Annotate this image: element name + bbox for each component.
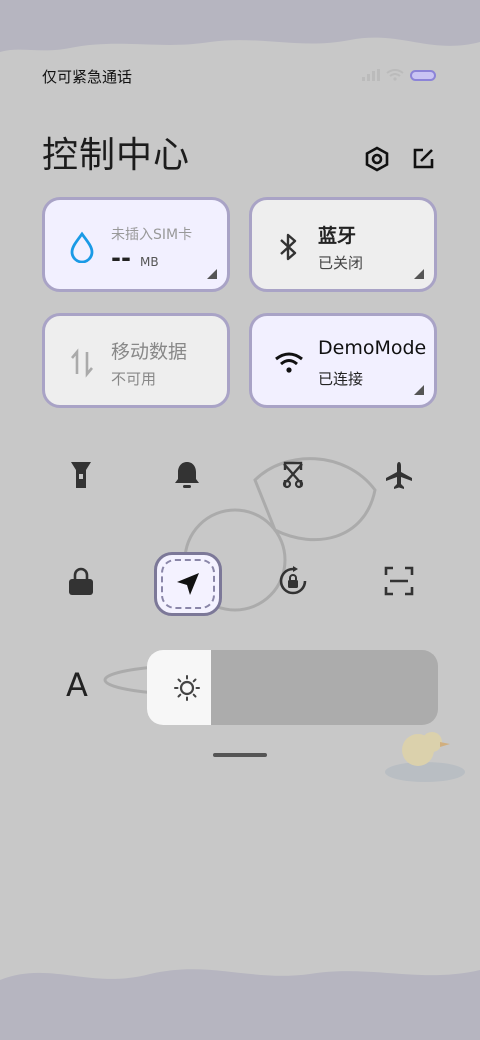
flashlight-icon [71, 462, 91, 488]
bottom-wave-decoration [0, 969, 480, 1040]
settings-button[interactable] [362, 144, 392, 174]
bluetooth-icon [280, 233, 297, 261]
font-size-button[interactable]: A [66, 666, 88, 704]
wifi-icon [386, 69, 404, 81]
bluetooth-tile[interactable]: 蓝牙 已关闭 [249, 197, 437, 292]
expand-corner-icon [414, 269, 424, 279]
signal-icon [362, 69, 380, 81]
airplane-icon [386, 462, 412, 489]
flashlight-toggle[interactable] [54, 448, 108, 502]
ring-toggle[interactable] [160, 448, 214, 502]
scanner-toggle[interactable] [372, 554, 426, 608]
hexagon-settings-icon [365, 146, 389, 172]
water-drop-icon [70, 231, 94, 263]
wifi-status: 已连接 [318, 370, 364, 388]
bell-icon [175, 462, 199, 488]
data-usage-tile[interactable]: 未插入SIM卡 -- MB [42, 197, 230, 292]
brightness-slider[interactable] [147, 650, 438, 725]
bluetooth-status: 已关闭 [318, 254, 364, 272]
sun-icon [174, 675, 200, 701]
location-arrow-icon [177, 573, 199, 595]
wifi-tile[interactable]: DemoMode 已连接 [249, 313, 437, 408]
expand-corner-icon [207, 269, 217, 279]
location-toggle[interactable] [154, 552, 222, 616]
scan-frame-icon [384, 566, 414, 596]
mobile-data-tile[interactable]: 移动数据 不可用 [42, 313, 230, 408]
lock-screen-toggle[interactable] [54, 554, 108, 608]
rotation-lock-toggle[interactable] [266, 554, 320, 608]
mobile-data-arrows-icon [71, 348, 93, 378]
drawer-handle[interactable] [213, 753, 267, 757]
lock-icon [69, 567, 93, 595]
screenshot-toggle[interactable] [266, 448, 320, 502]
data-usage-unit: MB [140, 255, 159, 269]
data-usage-value: -- [111, 244, 131, 272]
mobile-data-status: 不可用 [111, 370, 157, 388]
mobile-data-label: 移动数据 [111, 341, 188, 363]
duck-decoration [385, 732, 465, 782]
wifi-icon [275, 352, 303, 373]
bluetooth-label: 蓝牙 [318, 225, 357, 247]
airplane-toggle[interactable] [372, 448, 426, 502]
edit-button[interactable] [408, 144, 438, 174]
status-bar: 仅可紧急通话 [0, 60, 480, 92]
screenshot-scissors-icon [282, 461, 304, 489]
rotation-lock-icon [279, 566, 307, 595]
expand-corner-icon [414, 385, 424, 395]
battery-icon [410, 69, 436, 81]
carrier-text: 仅可紧急通话 [42, 68, 133, 86]
edit-icon [413, 148, 434, 169]
page-title: 控制中心 [42, 135, 191, 176]
sim-status-text: 未插入SIM卡 [111, 227, 193, 243]
wifi-network-name: DemoMode [318, 337, 427, 359]
